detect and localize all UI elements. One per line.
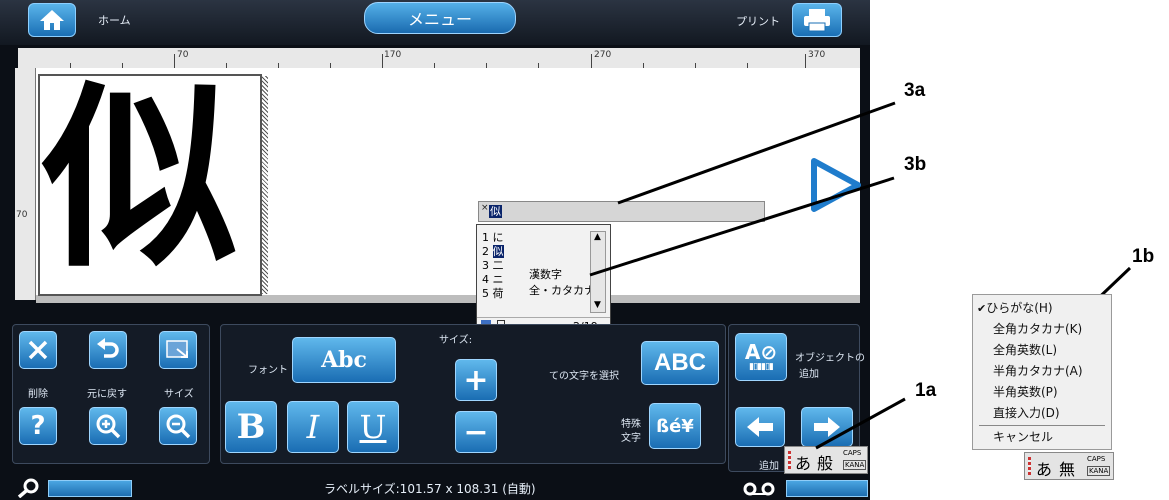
menu-item-halfwidth-katakana[interactable]: 半角カタカナ(A) (993, 362, 1083, 380)
caps-indicator: CAPS (1087, 455, 1106, 463)
ime-mode-menu: ✔ひらがな(H) 全角カタカナ(K) 全角英数(L) 半角カタカナ(A) 半角英… (972, 294, 1112, 450)
menu-item-cancel[interactable]: キャンセル (993, 428, 1053, 446)
callout-label: 3b (904, 154, 927, 175)
menu-item-hiragana[interactable]: ✔ひらがな(H) (977, 299, 1053, 317)
ime-language-bar-alt[interactable]: あ 無 CAPS KANA (1024, 452, 1114, 480)
callout-label: 1a (915, 380, 937, 401)
conversion-mode-indicator[interactable]: 無 (1059, 456, 1075, 480)
menu-item-direct-input[interactable]: 直接入力(D) (993, 404, 1060, 422)
menu-item-halfwidth-alphanumeric[interactable]: 半角英数(P) (993, 383, 1058, 401)
menu-item-fullwidth-katakana[interactable]: 全角カタカナ(K) (993, 320, 1082, 338)
check-icon: ✔ (977, 302, 987, 315)
ime-grip-icon[interactable] (1028, 457, 1031, 475)
kana-indicator: KANA (1087, 466, 1111, 476)
callout-label: 3a (904, 80, 926, 101)
menu-divider (979, 425, 1105, 426)
menu-item-fullwidth-alphanumeric[interactable]: 全角英数(L) (993, 341, 1057, 359)
input-mode-indicator[interactable]: あ (1036, 456, 1052, 480)
callout-label: 1b (1132, 246, 1155, 267)
